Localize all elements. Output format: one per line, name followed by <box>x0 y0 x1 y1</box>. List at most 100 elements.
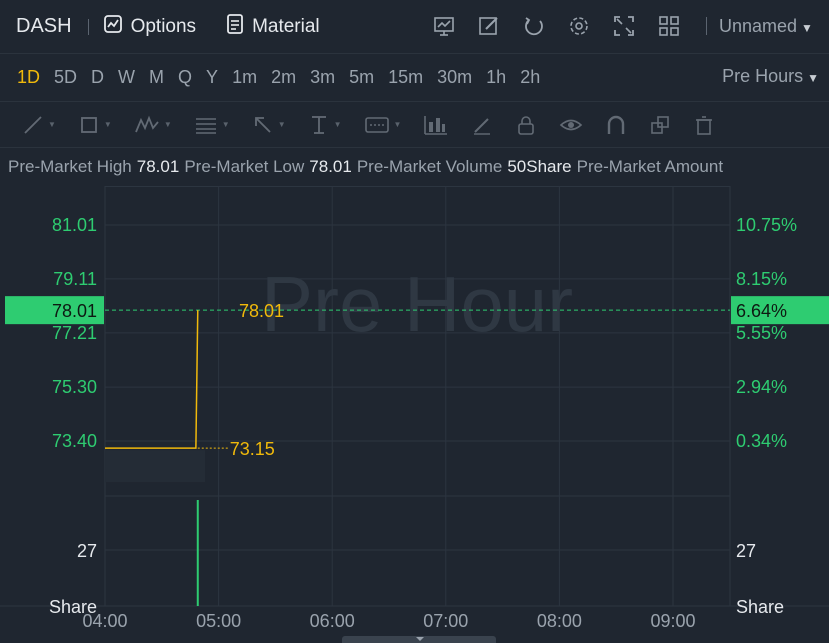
current-pct-text: 6.64% <box>736 301 787 321</box>
visibility-tool[interactable] <box>559 114 583 136</box>
lock-icon <box>518 115 535 135</box>
arrow-icon <box>254 116 271 133</box>
wave-pattern-icon <box>135 115 159 132</box>
price-line <box>105 310 199 449</box>
period-15m[interactable]: 15m <box>388 67 423 88</box>
session-label: Pre Hours <box>722 66 804 86</box>
pattern-tool[interactable]: ▼ <box>134 114 172 136</box>
measure-icon <box>311 115 326 134</box>
chevron-down-icon: ▼ <box>48 120 56 129</box>
panel-collapse-tab[interactable] <box>342 636 496 643</box>
layout-name: Unnamed <box>719 15 798 36</box>
trash-icon <box>696 115 713 135</box>
material-button[interactable]: Material <box>226 13 320 40</box>
period-1d[interactable]: 1D <box>17 67 40 88</box>
chevron-down-icon: ▼ <box>393 120 402 129</box>
bar-indicator-icon <box>424 115 448 135</box>
eye-icon <box>560 119 583 130</box>
chevron-down-icon: ▼ <box>277 120 286 129</box>
fullscreen-icon[interactable] <box>612 14 636 38</box>
low-label: Pre-Market Low <box>184 157 305 176</box>
chart-template-icon[interactable] <box>432 14 456 38</box>
divider <box>87 18 89 35</box>
price-tick-label: 77.21 <box>52 323 97 343</box>
drawing-toolbar: ▼ ▼ ▼ ▼ ▼ ▼ ▼ <box>0 102 829 148</box>
period-m[interactable]: M <box>149 67 164 88</box>
options-label: Options <box>130 15 197 37</box>
period-5m[interactable]: 5m <box>349 67 374 88</box>
options-chart-icon <box>103 14 123 40</box>
price-chart[interactable]: Pre Hour 81.01 79.11 77.21 75.30 73.40 10.75% 8… <box>0 186 829 643</box>
volume-label: Pre-Market Volume <box>356 157 503 176</box>
prev-close-label: 73.15 <box>230 439 275 459</box>
refresh-icon[interactable] <box>522 14 546 38</box>
volume-unit-label: Share <box>736 597 784 617</box>
period-selector: 1D 5D D W M Q Y 1m 2m 3m 5m 15m 30m 1h 2h Pre Hours ▼ <box>0 54 829 102</box>
period-w[interactable]: W <box>118 67 135 88</box>
period-d[interactable]: D <box>91 67 104 88</box>
period-5d[interactable]: 5D <box>54 67 77 88</box>
percent-tick-label: 2.94% <box>736 377 787 397</box>
document-icon <box>226 13 244 40</box>
ticker-symbol[interactable]: DASH <box>16 15 72 38</box>
period-30m[interactable]: 30m <box>437 67 472 88</box>
label-icon <box>364 116 389 133</box>
volume-value: 50Share <box>507 157 572 176</box>
delete-tool[interactable] <box>693 114 715 136</box>
measure-tool[interactable]: ▼ <box>308 114 342 136</box>
chevron-down-icon: ▼ <box>221 120 230 129</box>
price-tick-label: 79.11 <box>53 269 97 289</box>
percent-tick-label: 10.75% <box>736 215 797 235</box>
chevron-down-icon <box>416 637 424 641</box>
time-tick-label: 07:00 <box>423 611 468 631</box>
divider <box>706 17 707 35</box>
chevron-down-icon: ▼ <box>103 120 112 129</box>
text-label-tool[interactable]: ▼ <box>364 114 402 136</box>
rectangle-tool[interactable]: ▼ <box>78 114 112 136</box>
pencil-icon <box>474 117 491 135</box>
volume-tick-label: 27 <box>77 541 97 561</box>
period-3m[interactable]: 3m <box>310 67 335 88</box>
period-1m[interactable]: 1m <box>232 67 257 88</box>
indicator-tool[interactable] <box>423 114 449 136</box>
layout-grid-icon[interactable] <box>657 14 681 38</box>
session-selector[interactable]: Pre Hours ▼ <box>722 66 819 87</box>
time-tick-label: 04:00 <box>82 611 127 631</box>
layers-icon <box>651 115 670 134</box>
price-tick-label: 75.30 <box>52 377 97 397</box>
options-button[interactable]: Options <box>103 14 196 40</box>
fibonacci-tool[interactable]: ▼ <box>194 114 230 136</box>
high-label: Pre-Market High <box>8 157 132 176</box>
chevron-down-icon: ▼ <box>801 20 813 35</box>
brush-tool[interactable] <box>471 114 493 136</box>
percent-tick-label: 8.15% <box>736 269 787 289</box>
period-2m[interactable]: 2m <box>271 67 296 88</box>
trend-line-tool[interactable]: ▼ <box>22 114 56 136</box>
price-area-fill <box>105 450 205 483</box>
chart-actions: Unnamed ▼ <box>432 14 813 38</box>
period-y[interactable]: Y <box>206 67 218 88</box>
last-price-label: 78.01 <box>239 301 284 321</box>
pre-market-summary: Pre-Market High 78.01 Pre-Market Low 78.… <box>0 148 829 186</box>
fibonacci-icon <box>195 117 216 134</box>
percent-tick-label: 0.34% <box>736 431 787 451</box>
layout-selector[interactable]: Unnamed ▼ <box>719 16 813 37</box>
period-1h[interactable]: 1h <box>486 67 506 88</box>
rectangle-icon <box>81 116 97 133</box>
layers-tool[interactable] <box>649 114 671 136</box>
arrow-tool[interactable]: ▼ <box>252 114 286 136</box>
time-tick-label: 06:00 <box>310 611 355 631</box>
low-value: 78.01 <box>309 157 352 176</box>
price-tick-label: 81.01 <box>52 215 97 235</box>
period-q[interactable]: Q <box>178 67 192 88</box>
lock-tool[interactable] <box>515 114 537 136</box>
draw-edit-icon[interactable] <box>477 14 501 38</box>
chevron-down-icon: ▼ <box>333 120 342 129</box>
settings-icon[interactable] <box>567 14 591 38</box>
percent-tick-label: 5.55% <box>736 323 787 343</box>
material-label: Material <box>252 15 320 37</box>
magnet-tool[interactable] <box>605 114 627 136</box>
volume-tick-label: 27 <box>736 541 756 561</box>
magnet-icon <box>608 115 625 134</box>
period-2h[interactable]: 2h <box>520 67 540 88</box>
